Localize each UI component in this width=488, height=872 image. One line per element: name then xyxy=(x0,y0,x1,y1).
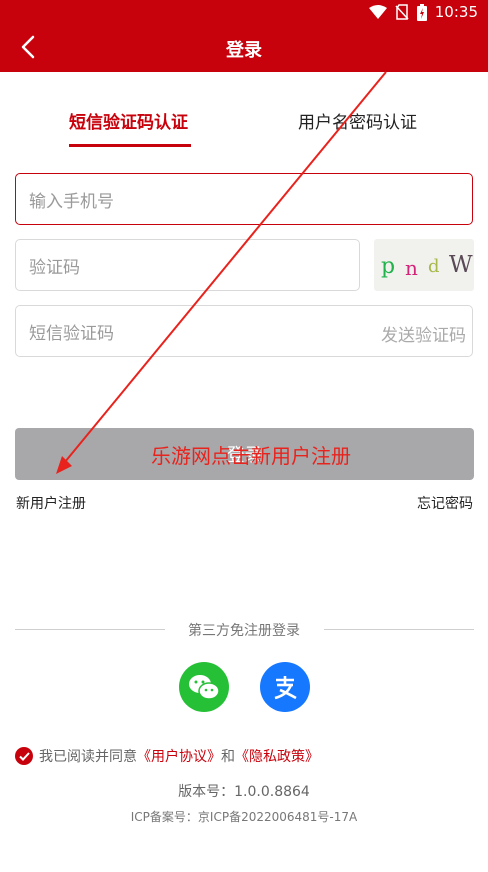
active-tab-indicator xyxy=(69,144,191,147)
third-party-label: 第三方免注册登录 xyxy=(188,623,300,639)
status-bar: 10:35 xyxy=(0,0,488,24)
register-link[interactable]: 新用户注册 xyxy=(16,493,86,513)
tab-password-verification[interactable]: 用户名密码认证 xyxy=(298,108,417,133)
agreement-row: 我已阅读并同意 《用户协议》 和 《隐私政策》 xyxy=(15,746,319,766)
page-title: 登录 xyxy=(226,40,262,61)
header-bar: 10:35 登录 xyxy=(0,0,488,72)
alipay-icon xyxy=(274,676,297,700)
alipay-login-button[interactable] xyxy=(260,662,310,712)
captcha-char-2: n xyxy=(405,256,418,280)
agreement-checkbox[interactable] xyxy=(15,747,33,765)
tab-sms-verification[interactable]: 短信验证码认证 xyxy=(69,108,188,133)
divider-right xyxy=(324,629,474,630)
send-code-button[interactable]: 发送验证码 xyxy=(381,321,466,346)
captcha-char-1: p xyxy=(381,254,396,279)
status-time: 10:35 xyxy=(434,3,478,21)
captcha-input[interactable]: 验证码 xyxy=(15,239,360,291)
user-agreement-link[interactable]: 《用户协议》 xyxy=(137,746,221,766)
phone-placeholder: 输入手机号 xyxy=(29,191,114,212)
checkmark-icon xyxy=(18,751,30,761)
captcha-image[interactable]: p n d W xyxy=(374,239,474,291)
captcha-char-4: W xyxy=(449,252,473,278)
wifi-icon xyxy=(368,5,387,19)
status-icons: 10:35 xyxy=(368,2,478,22)
sms-code-placeholder: 短信验证码 xyxy=(29,323,114,344)
wechat-icon xyxy=(189,675,220,700)
agreement-prefix: 我已阅读并同意 xyxy=(39,749,137,765)
captcha-placeholder: 验证码 xyxy=(29,257,80,278)
annotation-text: 乐游网点击新用户注册 xyxy=(151,444,351,468)
wechat-login-button[interactable] xyxy=(179,662,229,712)
captcha-char-3: d xyxy=(428,256,440,277)
privacy-policy-link[interactable]: 《隐私政策》 xyxy=(235,746,319,766)
forgot-password-link[interactable]: 忘记密码 xyxy=(417,493,473,513)
no-sim-icon xyxy=(395,4,409,20)
version-text: 版本号：1.0.0.8864 xyxy=(178,784,310,800)
icp-text: ICP备案号：京ICP备2022006481号-17A xyxy=(130,810,358,824)
phone-input[interactable]: 输入手机号 xyxy=(15,173,473,225)
battery-charging-icon xyxy=(416,3,427,21)
agreement-and: 和 xyxy=(221,749,235,765)
